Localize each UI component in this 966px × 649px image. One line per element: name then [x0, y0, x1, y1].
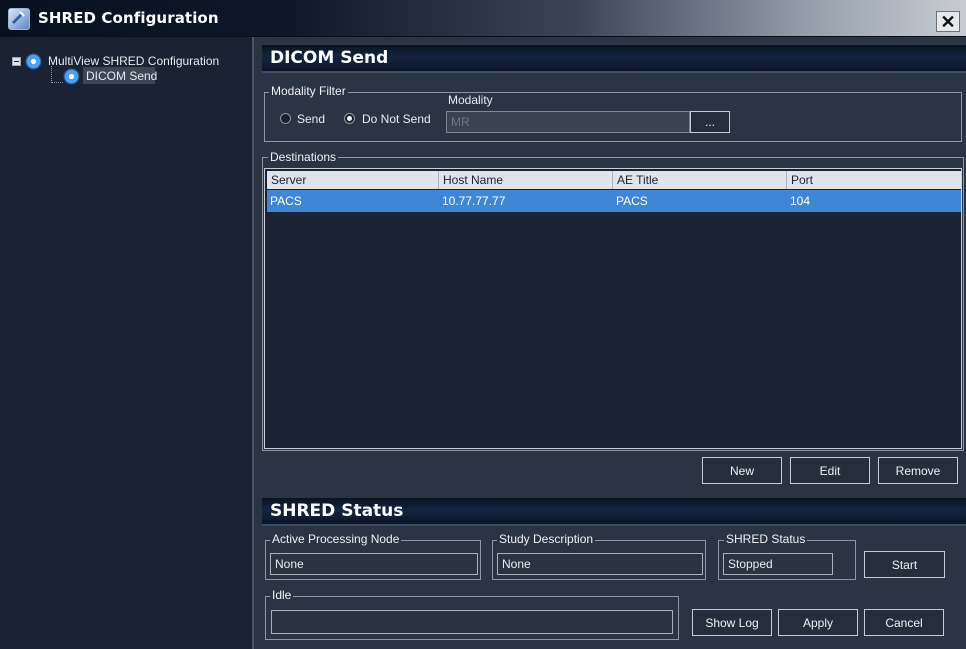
navigation-tree	[0, 37, 254, 649]
group-title: Destinations	[268, 150, 339, 164]
study-description-field: None	[497, 553, 703, 575]
tree-connector	[51, 66, 52, 83]
section-title: DICOM Send	[270, 48, 389, 68]
dicom-send-header: DICOM Send	[262, 45, 966, 73]
send-radio-label: Send	[297, 112, 326, 126]
do-not-send-radio-label: Do Not Send	[362, 112, 431, 126]
tree-item-dicom-send-label[interactable]: DICOM Send	[86, 69, 157, 83]
column-header-port[interactable]: Port	[787, 171, 961, 189]
modality-browse-button[interactable]: ...	[690, 111, 730, 133]
apply-button[interactable]: Apply	[778, 609, 858, 636]
section-title: SHRED Status	[270, 501, 404, 521]
gear-icon	[64, 69, 79, 84]
idle-progress-field	[271, 610, 673, 634]
group-title: Modality Filter	[269, 84, 348, 98]
group-title: Study Description	[497, 532, 596, 546]
new-button[interactable]: New	[702, 457, 782, 484]
table-header: Server Host Name AE Title Port	[267, 171, 961, 189]
send-radio[interactable]	[280, 113, 291, 124]
shred-status-header: SHRED Status	[262, 498, 966, 526]
column-header-host-name[interactable]: Host Name	[439, 171, 613, 189]
start-button[interactable]: Start	[864, 551, 945, 578]
destinations-table: Server Host Name AE Title Port PACS 10.7…	[264, 168, 962, 449]
close-button[interactable]: ✕	[936, 11, 960, 32]
app-icon	[8, 8, 30, 30]
remove-button[interactable]: Remove	[878, 457, 958, 484]
cell-ae-title: PACS	[616, 194, 648, 208]
edit-button[interactable]: Edit	[790, 457, 870, 484]
cell-host-name: 10.77.77.77	[442, 194, 506, 208]
group-title: Idle	[270, 588, 294, 602]
cell-port: 104	[790, 194, 811, 208]
cancel-button[interactable]: Cancel	[864, 609, 944, 636]
modality-label: Modality	[448, 93, 493, 107]
shred-status-field: Stopped	[723, 553, 833, 575]
group-title: SHRED Status	[724, 532, 808, 546]
do-not-send-radio[interactable]	[344, 113, 355, 124]
gear-icon	[26, 54, 41, 69]
active-processing-node-field: None	[270, 553, 478, 575]
modality-field[interactable]: MR	[446, 111, 690, 133]
column-header-server[interactable]: Server	[267, 171, 439, 189]
close-icon: ✕	[940, 11, 956, 32]
cell-server: PACS	[270, 194, 302, 208]
column-header-ae-title[interactable]: AE Title	[613, 171, 787, 189]
title-bar: SHRED Configuration ✕	[0, 0, 966, 37]
tree-collapse-toggle[interactable]	[12, 57, 21, 66]
group-title: Active Processing Node	[270, 532, 402, 546]
tree-item-root-label[interactable]: MultiView SHRED Configuration	[48, 54, 219, 68]
table-row[interactable]: PACS 10.77.77.77 PACS 104	[267, 190, 961, 212]
tree-connector	[51, 82, 63, 83]
show-log-button[interactable]: Show Log	[692, 609, 772, 636]
window-title: SHRED Configuration	[38, 9, 219, 27]
